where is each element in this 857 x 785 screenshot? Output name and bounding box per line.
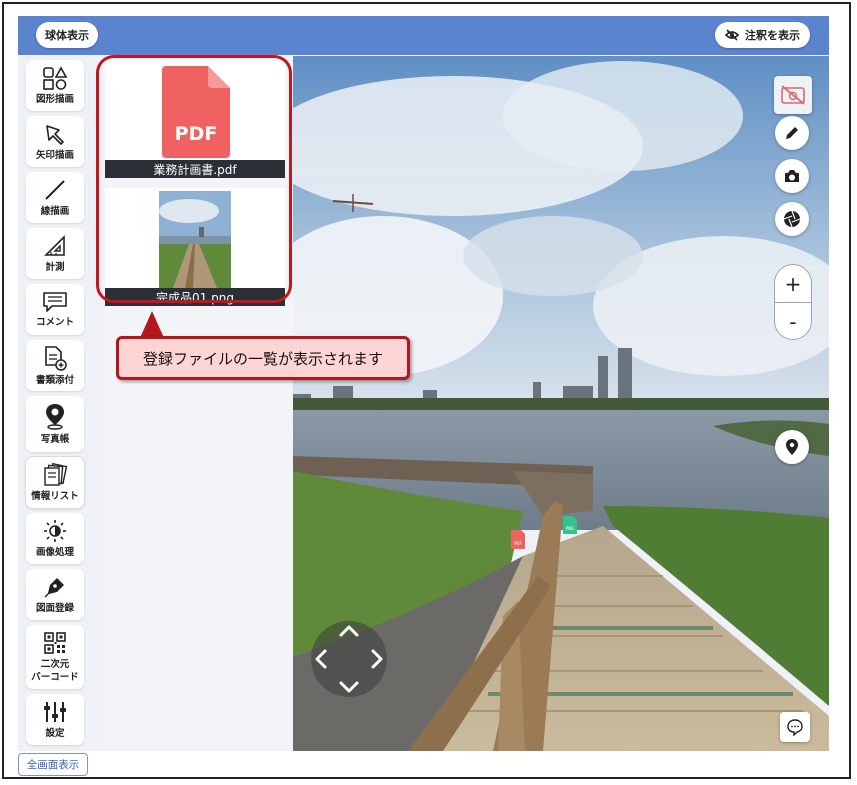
sliders-icon: [44, 701, 66, 722]
sidebar-item-image-processing[interactable]: 画像処理: [26, 513, 84, 564]
top-bar: 球体表示 注釈を表示: [18, 16, 829, 55]
sidebar-item-label: 図面登録: [35, 602, 74, 614]
panorama-viewer[interactable]: PDF PNG: [293, 56, 829, 751]
sidebar-item-label: 写真帳: [40, 434, 70, 445]
camera-button[interactable]: [775, 159, 809, 193]
sidebar-item-label: 図形描画: [35, 93, 74, 105]
chat-button[interactable]: [780, 712, 810, 742]
aperture-icon: [783, 210, 801, 228]
pencil-icon: [786, 127, 798, 139]
comment-icon: [43, 291, 67, 312]
sidebar-item-settings[interactable]: 設定: [26, 694, 84, 745]
info-list-icon: [44, 462, 68, 486]
camera-icon: [785, 170, 799, 182]
image-off-icon: [781, 85, 805, 105]
pdf-marker-label: PDF: [514, 541, 522, 546]
edit-button[interactable]: [775, 116, 809, 150]
zoom-out-button[interactable]: -: [775, 303, 811, 339]
qr-code-icon: [44, 631, 66, 654]
png-marker-label: PNG: [566, 526, 575, 531]
show-annotations-button[interactable]: 注釈を表示: [715, 22, 810, 48]
sidebar-item-label: コメント: [35, 316, 74, 328]
callout-tail: [140, 311, 164, 338]
sphere-view-button[interactable]: 球体表示: [36, 22, 98, 48]
tool-sidebar: 図形描画 矢印描画 線描画 計測 コメント 書類添付 写真帳 情報リスト 画像処…: [26, 60, 88, 750]
ruler-icon: [44, 234, 65, 256]
sidebar-item-label: 計測: [45, 261, 65, 273]
sidebar-item-2d-barcode[interactable]: 二次元 バーコード: [26, 625, 84, 689]
sidebar-item-measure[interactable]: 計測: [26, 228, 84, 279]
chat-bubble-icon: [787, 719, 803, 736]
sidebar-item-label: 線描画: [40, 205, 70, 217]
direction-pad[interactable]: [311, 621, 387, 697]
sidebar-item-label: 二次元 バーコード: [31, 658, 79, 683]
location-button[interactable]: [775, 430, 809, 464]
sidebar-item-label: 設定: [45, 727, 65, 739]
aperture-button[interactable]: [775, 202, 809, 236]
shapes-icon: [43, 65, 68, 90]
sidebar-item-doc-attach[interactable]: 書類添付: [26, 340, 84, 391]
zoom-control: + -: [774, 264, 812, 340]
sidebar-item-label: 情報リスト: [31, 490, 79, 502]
sidebar-item-label: 書類添付: [35, 374, 74, 386]
location-pin-icon: [46, 404, 64, 430]
sidebar-item-drawing-register[interactable]: 図面登録: [26, 569, 84, 620]
zoom-in-button[interactable]: +: [775, 265, 811, 303]
sidebar-item-comment[interactable]: コメント: [26, 284, 84, 335]
png-marker[interactable]: PNG: [563, 516, 577, 534]
sidebar-item-label: 矢印描画: [35, 149, 74, 161]
pdf-marker[interactable]: PDF: [511, 530, 525, 549]
sidebar-item-photo-album[interactable]: 写真帳: [26, 396, 84, 452]
file-list-highlight: [96, 55, 292, 303]
arrow-icon: [46, 124, 64, 145]
eye-slash-icon: [725, 29, 739, 41]
sidebar-item-info-list[interactable]: 情報リスト: [26, 457, 84, 508]
show-annotations-label: 注釈を表示: [745, 29, 800, 42]
pen-nib-icon: [44, 577, 64, 597]
fullscreen-button[interactable]: 全画面表示: [18, 753, 88, 776]
sidebar-item-shape-draw[interactable]: 図形描画: [26, 60, 84, 111]
sidebar-item-arrow-draw[interactable]: 矢印描画: [26, 116, 84, 167]
hide-image-button[interactable]: [774, 76, 812, 114]
location-pin-icon: [786, 439, 798, 455]
line-icon: [45, 179, 65, 200]
callout-note: 登録ファイルの一覧が表示されます: [116, 336, 410, 380]
document-attach-icon: [45, 345, 67, 371]
direction-arrows-icon: [315, 625, 383, 693]
sidebar-item-label: 画像処理: [35, 546, 74, 558]
sphere-view-label: 球体表示: [45, 29, 89, 42]
brightness-icon: [44, 519, 66, 542]
sidebar-item-line-draw[interactable]: 線描画: [26, 172, 84, 223]
